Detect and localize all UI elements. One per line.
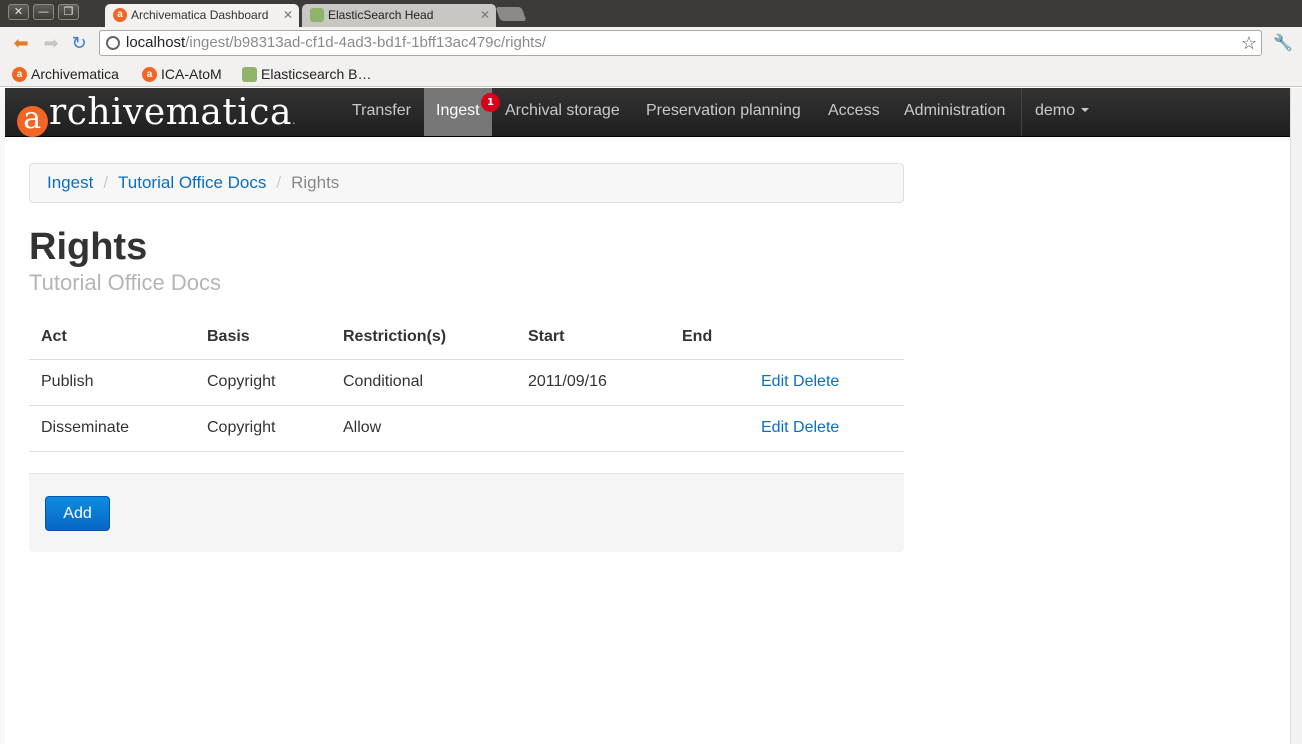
bookmark-star-icon[interactable]: ☆ xyxy=(1241,31,1257,55)
cell-act: Disseminate xyxy=(29,405,195,452)
bookmark-label: ICA-AtoM xyxy=(161,66,222,82)
elasticsearch-favicon-icon xyxy=(310,8,324,22)
browser-toolbar: ⬅ ➡ ↻ localhost/ingest/b98313ad-cf1d-4ad… xyxy=(0,27,1302,62)
nav-transfer[interactable]: Transfer xyxy=(340,88,423,136)
archivematica-favicon-icon: a xyxy=(12,67,27,82)
table-row: Disseminate Copyright Allow Edit Delete xyxy=(29,405,904,452)
delete-link[interactable]: Delete xyxy=(793,419,839,436)
nav-preservation-planning[interactable]: Preservation planning xyxy=(634,88,813,136)
breadcrumb-separator: / xyxy=(103,173,109,192)
cell-start xyxy=(516,405,670,452)
cell-actions: Edit Delete xyxy=(749,359,904,406)
maximize-window-icon[interactable]: ❐ xyxy=(58,4,79,20)
column-header-actions xyxy=(749,315,904,360)
scrollbar[interactable] xyxy=(1290,88,1302,744)
delete-link[interactable]: Delete xyxy=(793,373,839,390)
minimize-window-icon[interactable]: — xyxy=(33,4,54,20)
url-path: /ingest/b98313ad-cf1d-4ad3-bd1f-1bff13ac… xyxy=(185,34,547,51)
cell-restriction: Conditional xyxy=(331,359,516,406)
cell-start: 2011/09/16 xyxy=(516,359,670,406)
breadcrumb-ingest[interactable]: Ingest xyxy=(47,173,93,192)
bookmark-elasticsearch[interactable]: Elasticsearch B… xyxy=(242,65,371,83)
breadcrumb-separator: / xyxy=(276,173,282,192)
reload-icon[interactable]: ↻ xyxy=(68,33,90,55)
cell-basis: Copyright xyxy=(195,405,331,452)
close-window-icon[interactable]: ✕ xyxy=(8,4,29,20)
rights-table: Act Basis Restriction(s) Start End Publi… xyxy=(29,315,904,452)
tab-archivematica-dashboard[interactable]: a Archivematica Dashboard ✕ xyxy=(105,4,299,28)
bookmark-label: Elasticsearch B… xyxy=(261,66,372,82)
breadcrumb: Ingest / Tutorial Office Docs / Rights xyxy=(29,163,904,203)
breadcrumb-current: Rights xyxy=(291,173,340,192)
archivematica-logo[interactable]: a rchivematica. xyxy=(17,92,296,137)
ica-atom-favicon-icon: a xyxy=(142,67,157,82)
nav-divider xyxy=(1021,88,1022,136)
globe-icon xyxy=(106,36,120,50)
tab-elasticsearch-head[interactable]: ElasticSearch Head ✕ xyxy=(302,4,496,28)
window-titlebar: ✕ — ❐ a Archivematica Dashboard ✕ Elasti… xyxy=(0,0,1302,28)
bookmark-label: Archivematica xyxy=(31,66,119,82)
nav-administration[interactable]: Administration xyxy=(892,88,1017,136)
left-edge xyxy=(0,88,5,744)
wrench-menu-icon[interactable]: 🔧 xyxy=(1273,33,1293,52)
tab-title: Archivematica Dashboard xyxy=(131,8,269,22)
address-bar[interactable]: localhost/ingest/b98313ad-cf1d-4ad3-bd1f… xyxy=(99,30,1262,56)
column-header-start: Start xyxy=(516,315,670,360)
breadcrumb-sip[interactable]: Tutorial Office Docs xyxy=(118,173,266,192)
column-header-end: End xyxy=(670,315,749,360)
user-name: demo xyxy=(1035,102,1076,119)
caret-down-icon xyxy=(1081,108,1090,112)
new-tab-button[interactable] xyxy=(495,7,527,21)
bookmark-archivematica[interactable]: a Archivematica xyxy=(12,65,119,83)
nav-access[interactable]: Access xyxy=(816,88,892,136)
elasticsearch-favicon-icon xyxy=(242,67,257,82)
table-row: Publish Copyright Conditional 2011/09/16… xyxy=(29,359,904,406)
cell-end xyxy=(670,405,749,452)
tab-title: ElasticSearch Head xyxy=(328,8,434,22)
bookmark-ica-atom[interactable]: a ICA-AtoM xyxy=(142,65,222,83)
forward-arrow-icon[interactable]: ➡ xyxy=(40,33,62,55)
cell-basis: Copyright xyxy=(195,359,331,406)
tab-close-icon[interactable]: ✕ xyxy=(283,4,293,26)
cell-restriction: Allow xyxy=(331,405,516,452)
edit-link[interactable]: Edit xyxy=(761,419,789,436)
column-header-restrictions: Restriction(s) xyxy=(331,315,516,360)
cell-end xyxy=(670,359,749,406)
bookmarks-bar: a Archivematica a ICA-AtoM Elasticsearch… xyxy=(0,62,1302,87)
app-navbar: a rchivematica. Transfer Ingest 1 Archiva… xyxy=(5,88,1290,137)
page-title: Rights xyxy=(29,226,148,268)
cell-actions: Edit Delete xyxy=(749,405,904,452)
page-subtitle: Tutorial Office Docs xyxy=(29,270,221,295)
archivematica-favicon-icon: a xyxy=(113,8,127,22)
cell-act: Publish xyxy=(29,359,195,406)
column-header-act: Act xyxy=(29,315,195,360)
url-host: localhost xyxy=(126,34,186,51)
table-header-row: Act Basis Restriction(s) Start End xyxy=(29,315,904,360)
column-header-basis: Basis xyxy=(195,315,331,360)
add-button[interactable]: Add xyxy=(45,496,110,531)
back-arrow-icon[interactable]: ⬅ xyxy=(10,33,32,55)
form-actions: Add xyxy=(29,473,904,552)
edit-link[interactable]: Edit xyxy=(761,373,789,390)
user-menu[interactable]: demo xyxy=(1023,88,1101,136)
nav-archival-storage[interactable]: Archival storage xyxy=(493,88,632,136)
tab-close-icon[interactable]: ✕ xyxy=(480,4,490,26)
nav-ingest[interactable]: Ingest xyxy=(424,88,492,136)
